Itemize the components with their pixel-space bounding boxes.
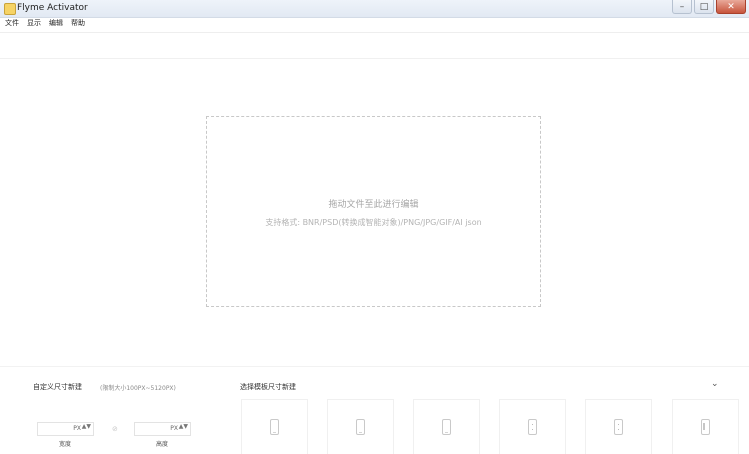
app-logo-icon xyxy=(4,3,16,15)
phone-icon xyxy=(356,419,365,435)
height-unit: PX xyxy=(170,425,178,432)
title-bar[interactable]: Flyme Activator – □ ✕ xyxy=(0,0,749,18)
phone-icon xyxy=(442,419,451,435)
menu-bar: 文件 显示 编辑 帮助 xyxy=(0,18,749,29)
custom-size-title: 自定义尺寸新建 xyxy=(33,383,82,391)
toolbar-divider xyxy=(0,58,749,59)
drop-zone-formats: 支持格式: BNR/PSD(转换成智能对象)/PNG/JPG/GIF/AI js… xyxy=(265,218,482,227)
window-title: Flyme Activator xyxy=(17,3,88,13)
close-button[interactable]: ✕ xyxy=(716,0,746,14)
template-card[interactable] xyxy=(499,399,566,454)
template-card[interactable] xyxy=(413,399,480,454)
menu-help[interactable]: 帮助 xyxy=(71,18,85,29)
chevron-down-icon[interactable]: ⌄ xyxy=(711,379,719,389)
custom-size-hint: (限制大小100PX~5120PX) xyxy=(100,385,176,392)
menu-view[interactable]: 显示 xyxy=(27,18,41,29)
width-label: 宽度 xyxy=(59,441,72,448)
width-unit: PX xyxy=(73,425,81,432)
height-input[interactable]: PX ▲▼ xyxy=(134,422,191,436)
width-stepper-icon[interactable]: ▲▼ xyxy=(82,424,91,430)
minimize-button[interactable]: – xyxy=(672,0,692,14)
menu-edit[interactable]: 编辑 xyxy=(49,18,63,29)
phone-icon xyxy=(270,419,279,435)
new-document-panel: 自定义尺寸新建 (限制大小100PX~5120PX) PX ▲▼ ⊘ PX ▲▼… xyxy=(0,366,749,454)
phone-side-icon xyxy=(701,419,710,435)
template-card[interactable] xyxy=(327,399,394,454)
template-card[interactable] xyxy=(672,399,739,454)
phone-dots-icon xyxy=(614,419,623,435)
height-stepper-icon[interactable]: ▲▼ xyxy=(179,424,188,430)
phone-dots-icon xyxy=(528,419,537,435)
template-size-title: 选择模板尺寸新建 xyxy=(240,383,296,391)
app-window: Flyme Activator – □ ✕ 文件 显示 编辑 帮助 拖动文件至此… xyxy=(0,0,749,454)
window-controls: – □ ✕ xyxy=(672,0,746,16)
maximize-button[interactable]: □ xyxy=(694,0,714,14)
height-label: 高度 xyxy=(156,441,169,448)
file-drop-zone[interactable]: 拖动文件至此进行编辑 支持格式: BNR/PSD(转换成智能对象)/PNG/JP… xyxy=(206,116,541,307)
drop-zone-title: 拖动文件至此进行编辑 xyxy=(328,200,419,210)
template-card[interactable] xyxy=(585,399,652,454)
menu-divider xyxy=(0,32,749,33)
width-input[interactable]: PX ▲▼ xyxy=(37,422,94,436)
menu-file[interactable]: 文件 xyxy=(5,18,19,29)
link-ratio-icon[interactable]: ⊘ xyxy=(112,425,118,433)
template-card[interactable] xyxy=(241,399,308,454)
